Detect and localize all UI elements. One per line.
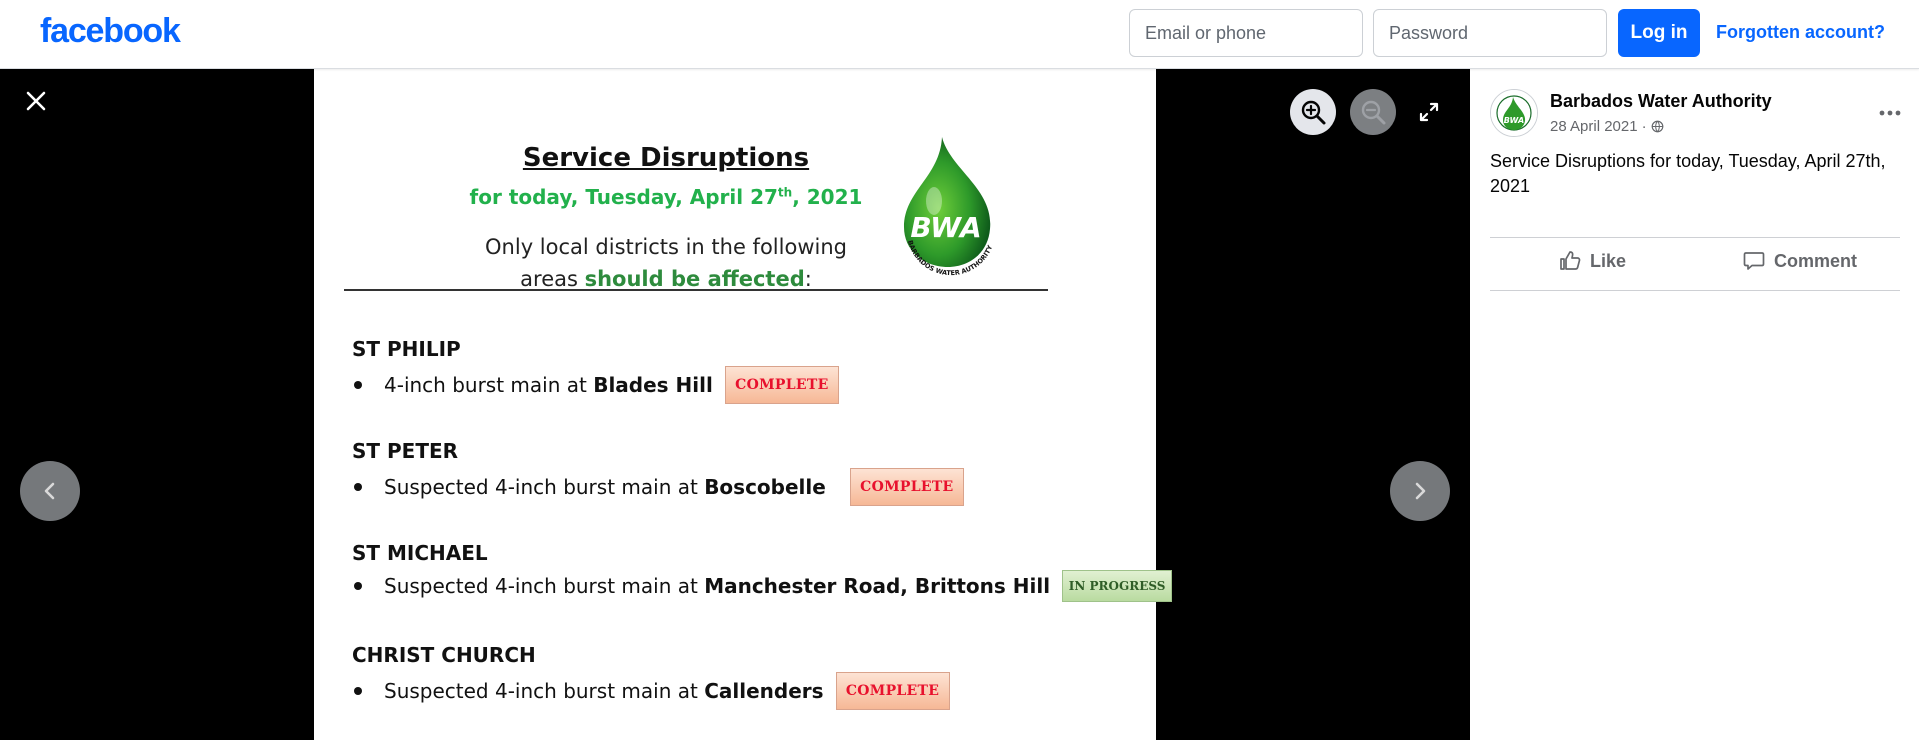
fullscreen-icon (1419, 102, 1439, 122)
status-badge: IN PROGRESS (1062, 570, 1173, 602)
zoom-in-button[interactable] (1290, 89, 1336, 135)
bwa-logo: BWA BARBADOS WATER AUTHORITY (904, 137, 994, 277)
disruption-item: CHRIST CHURCH Suspected 4-inch burst mai… (352, 643, 950, 710)
parish-name: CHRIST CHURCH (352, 643, 536, 667)
post-side-panel: BWA Barbados Water Authority 28 April 20… (1470, 69, 1919, 740)
page-name-link[interactable]: Barbados Water Authority (1550, 91, 1772, 112)
disruption-item: ST MICHAEL Suspected 4-inch burst main a… (352, 541, 1173, 602)
facebook-logo[interactable]: facebook (40, 12, 181, 51)
thumbs-up-icon (1560, 251, 1581, 270)
chevron-right-icon (1415, 482, 1426, 500)
next-photo-button[interactable] (1390, 461, 1450, 521)
fullscreen-button[interactable] (1410, 93, 1448, 131)
divider (1490, 290, 1900, 291)
post-photo: Service Disruptions for today, Tuesday, … (314, 69, 1173, 740)
close-icon (26, 91, 46, 111)
zoom-out-icon (1361, 100, 1386, 125)
comment-button[interactable]: Comment (1742, 243, 1857, 279)
document-divider (344, 289, 1048, 291)
email-field[interactable] (1129, 9, 1363, 57)
disruption-item: ST PETER Suspected 4-inch burst main at … (352, 439, 964, 506)
login-button[interactable]: Log in (1618, 9, 1700, 57)
parish-name: ST MICHAEL (352, 541, 488, 565)
disruption-line: 4-inch burst main at Blades Hill COMPLET… (352, 366, 839, 404)
parish-name: ST PHILIP (352, 337, 461, 361)
top-bar: facebook Log in Forgotten account? (0, 0, 1919, 69)
post-timestamp[interactable]: 28 April 2021 · (1550, 118, 1664, 135)
disruption-line: Suspected 4-inch burst main at Mancheste… (352, 570, 1173, 602)
more-dots-icon (1879, 110, 1901, 116)
divider (1490, 237, 1900, 238)
close-button[interactable] (20, 85, 52, 117)
disruption-line: Suspected 4-inch burst main at Boscobell… (352, 468, 964, 506)
like-button[interactable]: Like (1558, 243, 1626, 279)
status-badge: COMPLETE (835, 672, 950, 710)
password-field[interactable] (1373, 9, 1607, 57)
forgot-account-link[interactable]: Forgotten account? (1716, 22, 1885, 43)
post-text: Service Disruptions for today, Tuesday, … (1490, 151, 1886, 196)
globe-icon (1651, 120, 1663, 133)
photo-viewer: Service Disruptions for today, Tuesday, … (0, 69, 1470, 740)
svg-text:BWA: BWA (1504, 116, 1524, 125)
bwa-avatar-icon: BWA (1491, 90, 1537, 136)
chevron-left-icon (44, 482, 55, 500)
status-badge: COMPLETE (724, 366, 839, 404)
status-badge: COMPLETE (849, 468, 964, 506)
parish-name: ST PETER (352, 439, 459, 463)
comment-icon (1743, 252, 1765, 270)
avatar[interactable]: BWA (1490, 89, 1538, 137)
disruption-item: ST PHILIP 4-inch burst main at Blades Hi… (352, 337, 839, 404)
zoom-out-button[interactable] (1350, 89, 1396, 135)
disruption-line: Suspected 4-inch burst main at Callender… (352, 672, 950, 710)
more-options-button[interactable] (1876, 101, 1904, 125)
previous-photo-button[interactable] (20, 461, 80, 521)
svg-text:BWA: BWA (910, 211, 981, 244)
zoom-in-icon (1301, 100, 1326, 125)
